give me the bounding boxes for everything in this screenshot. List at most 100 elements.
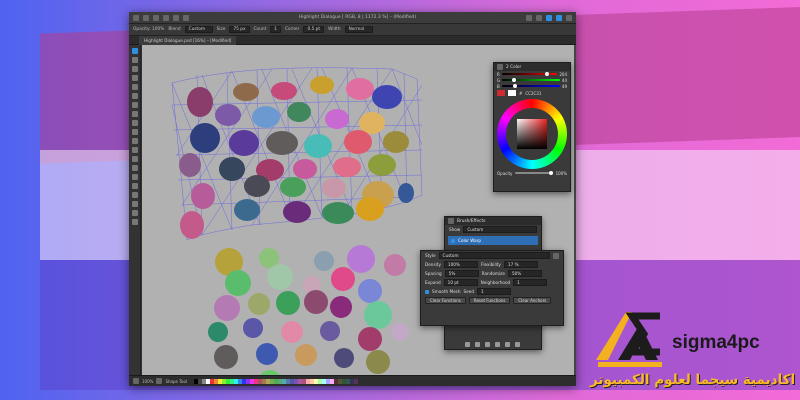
density-field[interactable]: 100% [443,261,478,268]
brand-name: sigma4pc [672,332,760,353]
blend-dropdown[interactable]: Custom [184,26,213,33]
file-icon[interactable] [143,14,149,21]
red-knob[interactable] [545,72,550,76]
neighborhood-field[interactable]: 1 [513,279,548,286]
clear-anchors-button[interactable]: Clear Anchors [513,297,552,304]
opacity-value[interactable]: 100% [556,171,567,176]
secondary-color-swatch[interactable] [508,90,516,96]
title-bar: Highlight Dialogue [ RGB, 8 | 1172.3 %] … [129,12,576,24]
shape-tool-icon[interactable] [131,138,138,144]
tab-document[interactable]: Highlight Dialogue.psd [16%] – [Modified… [139,35,237,45]
dodge-tool-icon[interactable] [131,174,138,180]
blur-tool-icon[interactable] [131,183,138,189]
warp-tool-icon[interactable] [131,147,138,153]
corner-label: Corner [285,27,300,32]
save-icon[interactable] [163,14,169,21]
move-tool-icon[interactable] [131,48,138,54]
persona-icon[interactable] [556,14,562,21]
open-icon[interactable] [153,14,159,21]
duplicate-icon[interactable] [475,342,480,347]
layer-visibility-icon[interactable] [451,238,455,243]
select-tool-icon[interactable] [131,57,138,63]
settings-icon[interactable] [566,14,572,21]
color-wheel[interactable] [497,99,567,169]
spacing-field[interactable]: 5% [444,270,479,277]
style-dropdown[interactable]: Custom [438,252,550,259]
swatch[interactable] [354,378,359,384]
close-icon[interactable] [448,218,454,224]
fill-tool-icon[interactable] [131,102,138,108]
expand-field[interactable]: 10 pt [443,279,478,286]
app-menu-icon[interactable] [133,14,139,21]
zoom-out-icon[interactable] [133,378,139,384]
flexibility-field[interactable]: 17 % [503,261,538,268]
spacing-label: Spacing [425,271,442,276]
clone-tool-icon[interactable] [131,156,138,162]
redo-icon[interactable] [183,14,189,21]
blue-value[interactable]: 49 [562,84,567,89]
snap-icon[interactable] [536,14,542,21]
randomize-field[interactable]: 50% [507,270,542,277]
red-value[interactable]: 204 [559,72,567,77]
gradient-tool-icon[interactable] [131,111,138,117]
neighborhood-label: Neighborhood [480,280,511,285]
smooth-row: Smooth Mesh Seed 1 [421,287,563,296]
zoom-tool-icon[interactable] [131,210,138,216]
opacity-knob[interactable] [548,171,553,175]
green-knob[interactable] [511,78,516,82]
mode-dropdown[interactable]: Normal [344,26,373,33]
expand-row: Expand 10 pt Neighborhood 1 [421,278,563,287]
green-label: G [497,77,501,83]
red-slider[interactable] [501,72,558,76]
green-slider[interactable] [502,78,560,82]
add-icon[interactable] [465,342,470,347]
smudge-tool-icon[interactable] [131,165,138,171]
text-tool-icon[interactable] [131,129,138,135]
seed-field[interactable]: 1 [476,288,511,295]
green-value[interactable]: 44 [562,78,567,83]
clear-functions-button[interactable]: Clear Functions [425,297,466,304]
spacing-row: Spacing 5% Randomize 50% [421,269,563,278]
view-mode-icon[interactable] [546,14,552,21]
vertical-scrollbar[interactable] [574,45,576,375]
corner-field[interactable]: 0.5 pt [303,26,325,33]
link-icon[interactable] [485,342,490,347]
zoom-in-icon[interactable] [156,378,163,384]
saturation-square[interactable] [517,119,547,149]
blue-knob[interactable] [512,84,517,88]
window-title: Highlight Dialogue [ RGB, 8 | 1172.3 %] … [298,15,417,20]
effect-layer-row[interactable]: Color Warp [448,236,538,245]
curve-icon[interactable] [495,342,500,347]
eraser-tool-icon[interactable] [131,93,138,99]
node-tool-icon[interactable] [131,66,138,72]
red-label: R [497,71,500,77]
trash-icon[interactable] [515,342,520,347]
folder-icon[interactable] [505,342,510,347]
close-icon[interactable] [497,64,503,70]
color-panel-header: 2 Color [494,63,570,71]
opacity-slider[interactable] [515,171,553,175]
zoom-level: 100% [142,378,154,384]
blue-slider[interactable] [501,84,560,88]
crop-tool-icon[interactable] [131,120,138,126]
randomize-label: Randomize [481,271,505,276]
warped-circles [179,76,414,239]
reset-functions-button[interactable]: Reset Functions [468,297,511,304]
current-color-swatch[interactable] [497,90,505,96]
count-field[interactable]: 1 [270,26,281,33]
color-picker-tool-icon[interactable] [131,219,138,225]
density-row: Density 100% Flexibility 17 % [421,260,563,269]
brush-tool-icon[interactable] [131,75,138,81]
swatch-palette[interactable] [194,378,359,384]
undo-icon[interactable] [173,14,179,21]
eyedropper-tool-icon[interactable] [131,192,138,198]
hex-value[interactable]: CC2C31 [525,91,541,96]
settings-icon[interactable] [553,252,559,259]
show-row: Show Custom [445,225,541,234]
smooth-mesh-checkbox[interactable] [425,289,429,294]
show-dropdown[interactable]: Custom [463,226,537,233]
hand-tool-icon[interactable] [131,201,138,207]
grid-icon[interactable] [526,14,532,21]
size-field[interactable]: 75 px [229,26,250,33]
pencil-tool-icon[interactable] [131,84,138,90]
